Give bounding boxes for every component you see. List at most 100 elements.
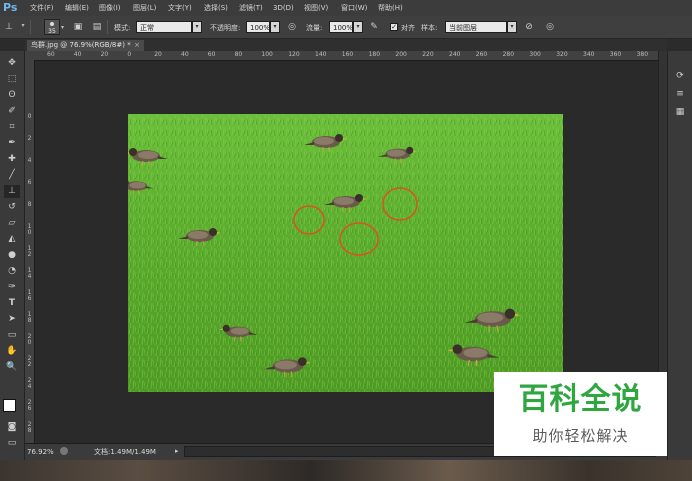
menu-layer[interactable]: 图层(L) — [133, 3, 156, 13]
ruler-tick-label: 200 — [395, 51, 407, 58]
ruler-tick-label: 0 — [27, 113, 32, 120]
toggle-clone-source-panel-icon[interactable]: ▤ — [90, 20, 104, 34]
pen-tool-icon[interactable]: ✑ — [4, 281, 20, 294]
ruler-tick-label: 40 — [181, 51, 189, 58]
shape-tool-icon[interactable]: ▭ — [4, 329, 20, 342]
ruler-tick-label: 380 — [636, 51, 649, 58]
ruler-tick-label: 320 — [556, 51, 568, 58]
mode-select-arrow-icon[interactable]: ▾ — [192, 21, 202, 33]
properties-panel-icon[interactable]: ▦ — [672, 105, 688, 119]
ruler-tick-label: 2 4 — [27, 377, 32, 390]
quick-mask-icon[interactable]: ◙ — [4, 421, 20, 434]
menu-select[interactable]: 选择(S) — [204, 3, 228, 13]
ruler-tick-label: 6 — [27, 179, 32, 186]
sample-select-arrow-icon[interactable]: ▾ — [507, 21, 517, 33]
menu-image[interactable]: 图像(I) — [99, 3, 121, 13]
ruler-tick-label: 100 — [261, 51, 273, 58]
desktop-background — [0, 460, 692, 481]
ruler-tick-label: 80 — [234, 51, 243, 58]
brush-size-value: 35 — [48, 28, 56, 35]
ruler-tick-label: 360 — [609, 51, 622, 58]
type-tool-icon[interactable]: T — [4, 297, 20, 310]
brush-preset-picker[interactable]: 35 — [44, 19, 60, 35]
ruler-tick-label: 1 6 — [27, 289, 32, 302]
document-tab[interactable]: 鸟群.jpg @ 76.9%(RGB/8#) * — [27, 40, 144, 51]
ruler-tick-label: 140 — [315, 51, 327, 58]
ruler-tick-label: 40 — [73, 51, 82, 58]
ignore-adjustment-layers-icon[interactable]: ⊘ — [522, 20, 536, 34]
mode-select[interactable]: 正常 — [136, 21, 192, 33]
menu-3d[interactable]: 3D(D) — [273, 3, 294, 13]
pressure-size-icon[interactable]: ◎ — [543, 20, 557, 34]
move-tool-icon[interactable]: ✥ — [4, 57, 20, 70]
menu-filter[interactable]: 滤镜(T) — [239, 3, 263, 13]
adjustments-panel-icon[interactable]: ≡ — [672, 87, 688, 101]
ruler-tick-label: 60 — [207, 51, 216, 58]
dodge-tool-icon[interactable]: ◔ — [4, 265, 20, 278]
healing-brush-tool-icon[interactable]: ✚ — [4, 153, 20, 166]
watermark-subtitle: 助你轻松解决 — [532, 427, 629, 445]
screen-mode-icon[interactable]: ▭ — [4, 437, 20, 450]
crop-tool-icon[interactable]: ⌗ — [4, 121, 20, 134]
watermark-title: 百科全说 — [518, 382, 643, 417]
history-brush-tool-icon[interactable]: ↺ — [4, 201, 20, 214]
options-bar: ⊥ ▾ 35 ▾ ▣ ▤ 模式: 正常 ▾ 不透明度: 100% ▾ ◎ 流量:… — [0, 16, 692, 39]
document-size-info: 文档:1.49M/1.49M — [94, 448, 156, 456]
ruler-tick-label: 120 — [288, 51, 300, 58]
quick-select-tool-icon[interactable]: ✐ — [4, 105, 20, 118]
ruler-tick-label: 260 — [475, 51, 488, 58]
tool-preset-arrow-icon[interactable]: ▾ — [19, 21, 27, 33]
hand-tool-icon[interactable]: ✋ — [4, 345, 20, 358]
menu-type[interactable]: 文字(Y) — [168, 3, 192, 13]
tab-close-icon[interactable]: × — [132, 40, 142, 51]
ruler-tick-label: 2 6 — [27, 399, 32, 412]
ruler-tick-label: 8 — [27, 201, 32, 208]
flow-input[interactable]: 100% — [329, 21, 353, 33]
ruler-tick-label: 280 — [502, 51, 515, 58]
path-selection-tool-icon[interactable]: ➤ — [4, 313, 20, 326]
zoom-level[interactable]: 76.92% — [27, 448, 54, 456]
foreground-color-swatch[interactable] — [3, 399, 16, 412]
bird-photo[interactable] — [128, 114, 563, 392]
aligned-label: 对齐 — [401, 24, 415, 32]
ruler-tick-label: 300 — [529, 51, 541, 58]
separator — [107, 20, 108, 34]
menu-edit[interactable]: 编辑(E) — [65, 3, 89, 13]
ruler-tick-label: 2 0 — [27, 333, 32, 346]
eraser-tool-icon[interactable]: ▱ — [4, 217, 20, 230]
pressure-opacity-icon[interactable]: ◎ — [285, 20, 299, 34]
menu-help[interactable]: 帮助(H) — [378, 3, 403, 13]
status-info-icon[interactable] — [60, 447, 68, 455]
sample-select[interactable]: 当前图层 — [445, 21, 507, 33]
marquee-tool-icon[interactable]: ⬚ — [4, 73, 20, 86]
clone-stamp-tool-icon[interactable]: ⊥ — [4, 185, 20, 198]
aligned-checkbox[interactable]: ✓ — [390, 23, 398, 31]
toggle-brush-panel-icon[interactable]: ▣ — [71, 20, 85, 34]
paint-bucket-tool-icon[interactable]: ◭ — [4, 233, 20, 246]
ruler-tick-label: 0 — [127, 51, 132, 58]
flow-arrow-icon[interactable]: ▾ — [353, 21, 363, 33]
ruler-tick-label: 60 — [47, 51, 55, 58]
menu-view[interactable]: 视图(V) — [304, 3, 328, 13]
zoom-tool-icon[interactable]: 🔍 — [4, 361, 20, 374]
opacity-input[interactable]: 100% — [246, 21, 270, 33]
eyedropper-tool-icon[interactable]: ✒ — [4, 137, 20, 150]
brush-tip-icon — [50, 22, 54, 26]
brush-dropdown-arrow-icon[interactable]: ▾ — [61, 24, 64, 31]
ruler-tick-label: 2 2 — [27, 355, 32, 368]
ruler-tick-label: 1 2 — [27, 245, 32, 258]
history-panel-icon[interactable]: ⟳ — [672, 69, 688, 83]
airbrush-icon[interactable]: ✎ — [367, 20, 381, 34]
mode-label: 模式: — [114, 24, 131, 32]
ruler-tick-label: 180 — [368, 51, 381, 58]
grass-texture — [128, 114, 563, 392]
status-menu-arrow-icon[interactable]: ▸ — [175, 447, 179, 455]
menu-window[interactable]: 窗口(W) — [341, 3, 367, 13]
clone-stamp-tool-icon[interactable]: ⊥ — [2, 20, 16, 34]
ruler-tick-label: 1 0 — [27, 223, 32, 236]
brush-tool-icon[interactable]: ╱ — [4, 169, 20, 182]
opacity-arrow-icon[interactable]: ▾ — [270, 21, 280, 33]
menu-file[interactable]: 文件(F) — [30, 3, 54, 13]
lasso-tool-icon[interactable]: ʘ — [4, 89, 20, 102]
blur-tool-icon[interactable]: ● — [4, 249, 20, 262]
